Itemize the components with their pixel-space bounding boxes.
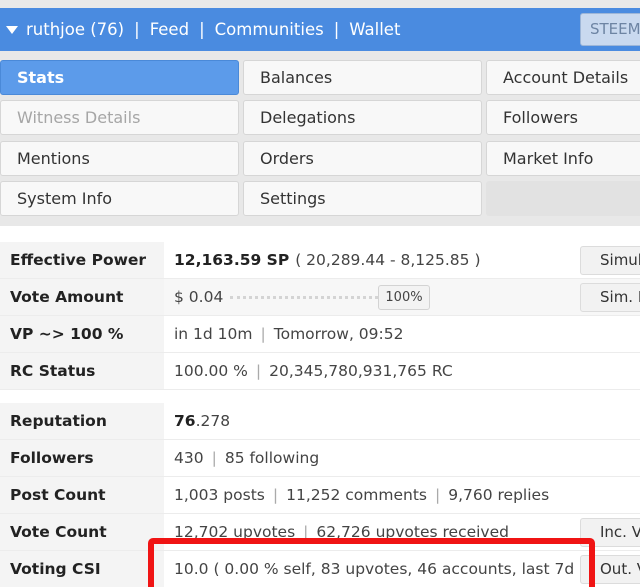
reputation-int: 76 (174, 412, 196, 430)
label-vote-amount: Vote Amount (0, 279, 164, 315)
nav-communities-link[interactable]: Communities (215, 20, 324, 39)
vp-time: in 1d 10m (174, 325, 253, 343)
label-vote-count: Vote Count (0, 514, 164, 550)
row-vote-amount: Vote Amount $ 0.04 100% Sim. R (0, 279, 640, 316)
rc-percent: 100.00 % (174, 362, 248, 380)
nav-wallet-link[interactable]: Wallet (349, 20, 400, 39)
posts-count: 1,003 posts (174, 486, 265, 504)
nav-feed-link[interactable]: Feed (150, 20, 189, 39)
menu-followers[interactable]: Followers (486, 100, 640, 135)
upvotes-received: 62,726 upvotes received (316, 523, 509, 541)
value-vote-amount: $ 0.04 (174, 288, 224, 306)
pipe-separator: | (255, 362, 262, 380)
menu-system-info[interactable]: System Info (0, 181, 239, 216)
steem-button[interactable]: STEEM (580, 13, 640, 46)
value-voting-csi: 10.0 ( 0.00 % self, 83 upvotes, 46 accou… (174, 560, 586, 578)
upvotes-count: 12,702 upvotes (174, 523, 296, 541)
rc-amount: 20,345,780,931,765 RC (269, 362, 453, 380)
nav-separator: | (134, 20, 140, 39)
pipe-separator: | (211, 449, 217, 467)
label-followers: Followers (0, 440, 164, 476)
row-vote-count: Vote Count 12,702 upvotes | 62,726 upvot… (0, 514, 640, 551)
menu-empty-cell (486, 181, 640, 216)
nav-separator: | (199, 20, 205, 39)
vote-weight-slider[interactable] (230, 296, 378, 299)
value-effective-power: 12,163.59 SP ( 20,289.44 - 8,125.85 ) (164, 242, 481, 278)
section-gap (0, 390, 640, 402)
label-voting-csi: Voting CSI (0, 551, 164, 587)
menu-account-details[interactable]: Account Details (486, 60, 640, 95)
browser-top-strip (0, 0, 640, 8)
menu-mentions[interactable]: Mentions (0, 141, 239, 176)
value-rc-status: 100.00 % | 20,345,780,931,765 RC (164, 353, 453, 389)
row-reputation: Reputation 76.278 (0, 403, 640, 440)
value-reputation: 76.278 (164, 403, 230, 439)
menu-witness-details[interactable]: Witness Details (0, 100, 239, 135)
vp-tomorrow: Tomorrow, 09:52 (273, 325, 404, 343)
row-effective-power: Effective Power 12,163.59 SP ( 20,289.44… (0, 242, 640, 279)
nav-links: ruthjoe (76) | Feed | Communities | Wall… (6, 8, 400, 51)
menu-delegations[interactable]: Delegations (243, 100, 482, 135)
outgoing-votes-button[interactable]: Out. V (580, 555, 640, 584)
menu-orders[interactable]: Orders (243, 141, 482, 176)
row-voting-csi: Voting CSI 10.0 ( 0.00 % self, 83 upvote… (0, 551, 640, 587)
label-vp: VP ~> 100 % (0, 316, 164, 352)
value-vote-count: 12,702 upvotes | 62,726 upvotes received (164, 514, 509, 550)
followers-count: 430 (174, 449, 204, 467)
sim-rshares-button[interactable]: Sim. R (580, 283, 640, 312)
menu-market-info[interactable]: Market Info (486, 141, 640, 176)
pipe-separator: | (260, 325, 266, 343)
section-gap (0, 226, 640, 242)
label-reputation: Reputation (0, 403, 164, 439)
pipe-separator: | (434, 486, 441, 504)
caret-down-icon[interactable] (6, 26, 18, 34)
row-followers: Followers 430 | 85 following (0, 440, 640, 477)
effective-power-detail: ( 20,289.44 - 8,125.85 ) (295, 251, 481, 269)
vote-weight-percent-button[interactable]: 100% (378, 285, 430, 310)
pipe-separator: | (272, 486, 279, 504)
stats-menu: Stats Witness Details Mentions System In… (0, 51, 640, 226)
replies-count: 9,760 replies (448, 486, 550, 504)
following-count: 85 following (224, 449, 320, 467)
top-navbar: ruthjoe (76) | Feed | Communities | Wall… (0, 8, 640, 51)
value-followers: 430 | 85 following (164, 440, 319, 476)
nav-separator: | (333, 20, 340, 39)
comments-count: 11,252 comments (286, 486, 427, 504)
menu-settings[interactable]: Settings (243, 181, 482, 216)
menu-stats[interactable]: Stats (0, 60, 239, 95)
menu-balances[interactable]: Balances (243, 60, 482, 95)
simulate-button[interactable]: Simul (580, 246, 640, 275)
value-vp: in 1d 10m | Tomorrow, 09:52 (164, 316, 403, 352)
effective-power-sp: 12,163.59 SP (174, 251, 290, 269)
nav-user[interactable]: ruthjoe (76) (26, 20, 124, 39)
row-post-count: Post Count 1,003 posts | 11,252 comments… (0, 477, 640, 514)
label-effective-power: Effective Power (0, 242, 164, 278)
label-post-count: Post Count (0, 477, 164, 513)
label-rc-status: RC Status (0, 353, 164, 389)
pipe-separator: | (303, 523, 309, 541)
row-rc-status: RC Status 100.00 % | 20,345,780,931,765 … (0, 353, 640, 390)
value-post-count: 1,003 posts | 11,252 comments | 9,760 re… (164, 477, 549, 513)
incoming-votes-button[interactable]: Inc. V (580, 518, 640, 547)
row-vp: VP ~> 100 % in 1d 10m | Tomorrow, 09:52 (0, 316, 640, 353)
reputation-decimal: .278 (195, 412, 231, 430)
